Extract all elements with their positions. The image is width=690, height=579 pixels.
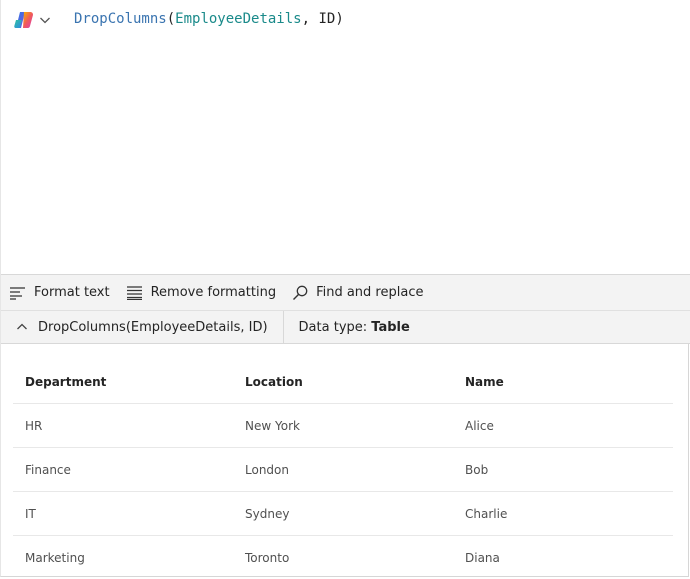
table-cell: New York	[245, 418, 300, 433]
table-cell: IT	[25, 506, 36, 521]
copilot-icon[interactable]	[14, 11, 34, 29]
table-cell: Marketing	[25, 550, 85, 565]
column-header: Name	[465, 374, 504, 389]
result-bar: DropColumns(EmployeeDetails, ID) Data ty…	[1, 310, 690, 344]
table-cell: HR	[25, 418, 43, 433]
table-cell: Toronto	[245, 550, 290, 565]
remove-formatting-button[interactable]: Remove formatting	[118, 275, 284, 311]
table-row: Marketing Toronto Diana	[13, 536, 673, 579]
formula-panel: DropColumns(EmployeeDetails, ID) Format …	[0, 0, 690, 579]
table-cell: Charlie	[465, 506, 508, 521]
data-type-label: Data type:	[298, 319, 372, 335]
chevron-down-icon[interactable]	[39, 14, 51, 26]
formula-separator: ,	[301, 11, 319, 27]
table-cell: London	[245, 462, 289, 477]
column-header: Location	[245, 374, 303, 389]
search-icon	[293, 285, 308, 300]
table-cell: Bob	[465, 462, 489, 477]
result-expression-toggle[interactable]: DropColumns(EmployeeDetails, ID)	[1, 311, 284, 343]
table-row: IT Sydney Charlie	[13, 492, 673, 536]
table-cell: Sydney	[245, 506, 290, 521]
table-row: HR New York Alice	[13, 404, 673, 448]
formula-toolbar: Format text Remove formatting Find and r…	[1, 274, 690, 310]
format-text-label: Format text	[34, 285, 110, 300]
formula-column-arg: ID	[318, 11, 336, 27]
format-text-button[interactable]: Format text	[1, 275, 118, 311]
find-replace-button[interactable]: Find and replace	[284, 275, 431, 311]
column-header: Department	[25, 374, 107, 389]
table-header-row: Department Location Name	[13, 360, 673, 404]
table-cell: Diana	[465, 550, 500, 565]
format-text-icon	[10, 286, 25, 300]
formula-editor[interactable]: DropColumns(EmployeeDetails, ID)	[1, 0, 690, 274]
chevron-up-icon	[17, 323, 27, 330]
formula-open-paren: (	[166, 11, 176, 27]
find-replace-label: Find and replace	[316, 285, 424, 300]
result-table: Department Location Name HR New York Ali…	[13, 360, 673, 579]
table-cell: Finance	[25, 462, 71, 477]
formula-text[interactable]: DropColumns(EmployeeDetails, ID)	[74, 10, 344, 28]
data-type-value: Table	[371, 319, 410, 335]
data-type-info: Data type: Table	[284, 320, 410, 335]
remove-formatting-label: Remove formatting	[150, 285, 277, 300]
table-row: Finance London Bob	[13, 448, 673, 492]
formula-table-arg: EmployeeDetails	[175, 11, 302, 27]
formula-close-paren: )	[335, 11, 344, 27]
table-cell: Alice	[465, 418, 494, 433]
formula-function: DropColumns	[74, 11, 167, 27]
remove-formatting-icon	[126, 285, 142, 300]
result-expression: DropColumns(EmployeeDetails, ID)	[38, 319, 268, 335]
